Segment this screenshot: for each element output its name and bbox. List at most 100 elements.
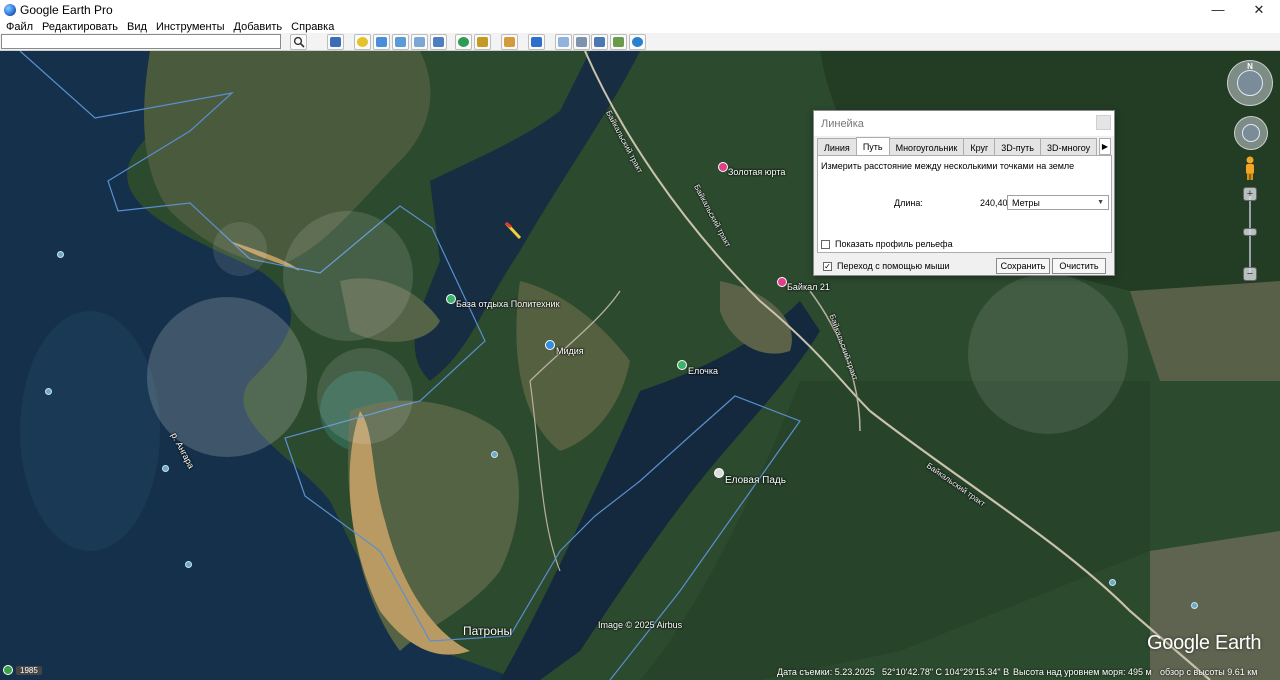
north-indicator[interactable]: N — [1247, 62, 1253, 71]
print-button[interactable] — [573, 34, 590, 50]
email-button[interactable] — [555, 34, 572, 50]
show-elevation-profile-checkbox[interactable] — [821, 239, 830, 249]
place-label: Патроны — [463, 624, 513, 638]
tab-3d-polygon[interactable]: 3D-многоу — [1039, 138, 1098, 156]
save-image-icon — [594, 37, 605, 47]
maps-button[interactable] — [610, 34, 627, 50]
length-label: Длина: — [894, 198, 923, 208]
units-select[interactable]: Метры ▼ — [1007, 195, 1109, 210]
clock-icon — [3, 665, 13, 675]
place-label: Золотая юрта — [728, 167, 786, 177]
look-navigation-ring[interactable]: N — [1227, 60, 1273, 106]
show-elevation-profile-option[interactable]: Показать профиль рельефа — [821, 239, 953, 249]
dialog-title-bar[interactable]: Линейка — [814, 111, 1114, 136]
place-label: Елочка — [688, 366, 718, 376]
place-label: Еловая Падь — [725, 475, 786, 486]
menu-view[interactable]: Вид — [127, 21, 147, 33]
path-button[interactable] — [392, 34, 409, 50]
mouse-navigation-option[interactable]: ✓ Переход с помощью мыши — [823, 261, 950, 271]
imagery-year: 1985 — [16, 665, 42, 675]
move-navigation-ring[interactable] — [1234, 116, 1268, 150]
menu-file[interactable]: Файл — [6, 21, 33, 33]
sidebar-toggle-button[interactable] — [327, 34, 344, 50]
path-tab-panel: Измерить расстояние между несколькими то… — [817, 155, 1112, 253]
length-value: 240,40 — [980, 198, 1008, 208]
place-pin[interactable] — [777, 277, 787, 287]
place-label: Мидия — [556, 346, 584, 356]
place-pin[interactable] — [718, 162, 728, 172]
sun-icon — [477, 37, 488, 47]
place-pin[interactable] — [714, 468, 724, 478]
menu-help[interactable]: Справка — [291, 21, 334, 33]
history-button[interactable] — [455, 34, 472, 50]
map-point[interactable] — [162, 465, 169, 472]
overlay-icon — [414, 37, 425, 47]
placemark-button[interactable] — [354, 34, 371, 50]
dialog-close-button[interactable] — [1096, 115, 1111, 130]
polygon-icon — [376, 37, 387, 47]
look-joystick[interactable] — [1237, 70, 1263, 96]
ruler-tabs: Линия Путь Многоугольник Круг 3D-путь 3D… — [817, 137, 1098, 156]
google-earth-app-icon — [4, 3, 16, 16]
toolbar — [0, 33, 1280, 51]
map-point[interactable] — [1191, 602, 1198, 609]
mouse-navigation-checkbox[interactable]: ✓ — [823, 261, 832, 271]
zoom-slider-thumb[interactable] — [1243, 228, 1257, 236]
polygon-button[interactable] — [373, 34, 390, 50]
save-button[interactable]: Сохранить — [996, 258, 1050, 274]
place-pin[interactable] — [677, 360, 687, 370]
path-description: Измерить расстояние между несколькими то… — [821, 161, 1075, 171]
ruler-button[interactable] — [528, 34, 545, 50]
map-point[interactable] — [57, 251, 64, 258]
imagery-date: Дата съемки: 5.23.2025 — [777, 667, 875, 677]
ruler-dialog: Линейка Линия Путь Многоугольник Круг 3D… — [813, 110, 1115, 276]
mouse-navigation-label: Переход с помощью мыши — [837, 261, 950, 271]
map-point[interactable] — [185, 561, 192, 568]
tab-line[interactable]: Линия — [817, 138, 857, 156]
zoom-out-button[interactable]: − — [1243, 267, 1257, 281]
sun-button[interactable] — [474, 34, 491, 50]
history-icon — [458, 37, 469, 47]
tab-polygon[interactable]: Многоугольник — [888, 138, 965, 156]
earth-gallery-button[interactable] — [629, 34, 646, 50]
tour-button[interactable] — [430, 34, 447, 50]
maps-icon — [613, 37, 624, 47]
earth-icon — [632, 37, 643, 47]
google-earth-logo: Google Earth — [1147, 632, 1262, 654]
move-joystick[interactable] — [1242, 124, 1260, 142]
planets-button[interactable] — [501, 34, 518, 50]
tabs-scroll-right-button[interactable]: ▶ — [1099, 138, 1111, 155]
place-pin[interactable] — [545, 340, 555, 350]
map-point[interactable] — [491, 451, 498, 458]
elevation-readout: Высота над уровнем моря: 495 м — [1013, 667, 1152, 677]
menu-edit[interactable]: Редактировать — [42, 21, 118, 33]
title-bar: Google Earth Pro — ✕ — [0, 0, 1280, 19]
map-point[interactable] — [1109, 579, 1116, 586]
place-pin[interactable] — [446, 294, 456, 304]
menu-add[interactable]: Добавить — [234, 21, 283, 33]
historical-imagery-badge[interactable]: 1985 — [3, 664, 42, 676]
save-image-button[interactable] — [591, 34, 608, 50]
menu-bar: Файл Редактировать Вид Инструменты Добав… — [0, 19, 1280, 34]
clear-button[interactable]: Очистить — [1052, 258, 1106, 274]
tab-path[interactable]: Путь — [855, 137, 890, 156]
search-input[interactable] — [1, 34, 281, 49]
planets-icon — [504, 37, 515, 47]
place-label: База отдыха Политехник — [456, 299, 560, 309]
search-icon — [293, 36, 305, 48]
path-icon — [395, 37, 406, 47]
cursor-coordinates: 52°10'42.78" С 104°29'15.34" В — [882, 667, 1010, 677]
show-elevation-profile-label: Показать профиль рельефа — [835, 239, 953, 249]
map-point[interactable] — [45, 388, 52, 395]
tab-3d-path[interactable]: 3D-путь — [994, 138, 1041, 156]
image-credit: Image © 2025 Airbus — [598, 620, 683, 630]
street-view-pegman-icon[interactable] — [1244, 156, 1256, 180]
tab-circle[interactable]: Круг — [963, 138, 996, 156]
search-button[interactable] — [290, 34, 307, 50]
zoom-in-button[interactable]: + — [1243, 187, 1257, 201]
sidebar-toggle-icon — [330, 37, 341, 47]
chevron-down-icon: ▼ — [1097, 199, 1104, 206]
close-button[interactable]: ✕ — [1236, 0, 1280, 19]
overlay-button[interactable] — [411, 34, 428, 50]
menu-tools[interactable]: Инструменты — [156, 21, 225, 33]
